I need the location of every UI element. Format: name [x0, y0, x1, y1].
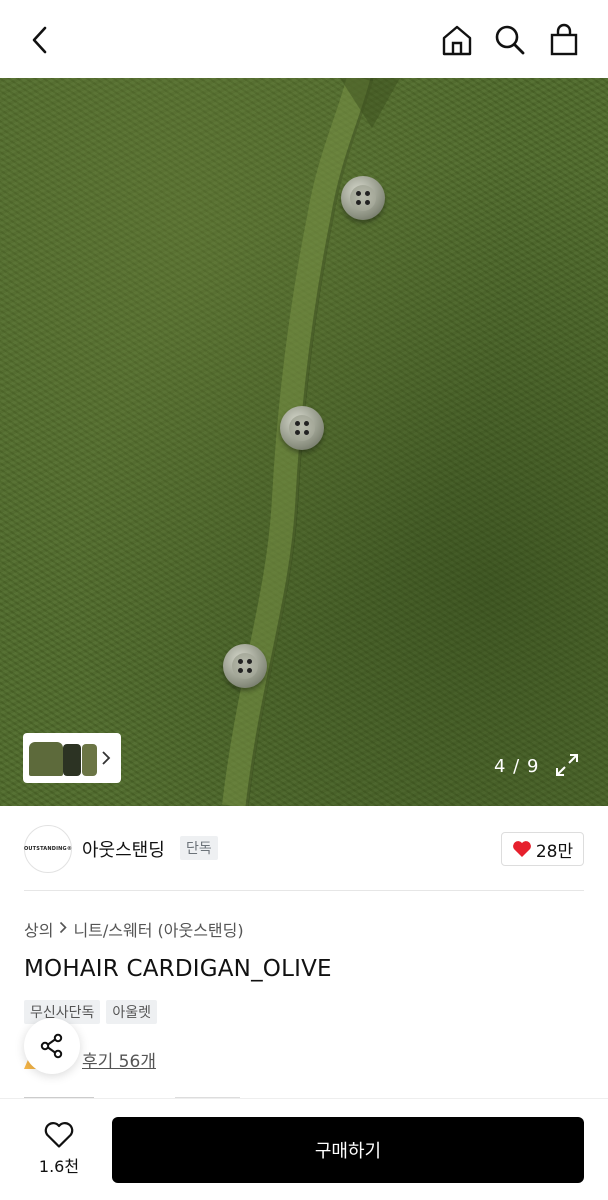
divider	[24, 890, 584, 891]
review-link[interactable]: 후기 56개	[82, 1047, 156, 1072]
store-name[interactable]: 아웃스탠딩	[82, 836, 165, 862]
shopping-bag-icon[interactable]	[544, 20, 584, 60]
store-like-button[interactable]: 28만	[501, 832, 584, 866]
share-button[interactable]	[24, 1018, 80, 1074]
store-row: OUTSTANDING® 아웃스탠딩 단독 28만	[0, 806, 608, 890]
cardigan-button	[223, 644, 267, 688]
tag-outlet: 아울렛	[106, 1000, 158, 1024]
chevron-right-icon	[59, 920, 68, 938]
expand-icon[interactable]	[553, 751, 581, 779]
wishlist-count: 1.6천	[38, 1157, 80, 1176]
breadcrumb: 상의 니트/스웨터 (아웃스탠딩)	[24, 917, 244, 941]
exclusive-badge: 단독	[180, 836, 218, 860]
image-counter: 4 / 9	[494, 756, 540, 777]
product-title: MOHAIR CARDIGAN_OLIVE	[24, 956, 332, 982]
heart-outline-icon	[44, 1122, 74, 1148]
back-icon[interactable]	[20, 20, 60, 60]
heart-filled-icon	[512, 841, 531, 857]
store-like-count: 28만	[535, 841, 574, 862]
breadcrumb-category[interactable]: 상의	[24, 917, 53, 941]
top-nav-bar	[0, 0, 608, 78]
share-icon	[40, 1033, 63, 1059]
thumbnail-strip-button[interactable]	[23, 733, 121, 783]
wishlist-button[interactable]: 1.6천	[24, 1121, 94, 1181]
buy-button[interactable]: 구매하기	[112, 1117, 584, 1183]
home-icon[interactable]	[437, 20, 477, 60]
bottom-action-bar: 1.6천 구매하기	[0, 1098, 608, 1200]
search-icon[interactable]	[490, 20, 530, 60]
product-image[interactable]: 4 / 9	[0, 78, 608, 806]
breadcrumb-subcategory[interactable]: 니트/스웨터 (아웃스탠딩)	[73, 917, 243, 941]
cardigan-button	[341, 176, 385, 220]
cardigan-button	[280, 406, 324, 450]
store-logo[interactable]: OUTSTANDING®	[24, 825, 72, 873]
chevron-right-icon	[97, 738, 115, 778]
thumbnail-image	[27, 738, 97, 778]
